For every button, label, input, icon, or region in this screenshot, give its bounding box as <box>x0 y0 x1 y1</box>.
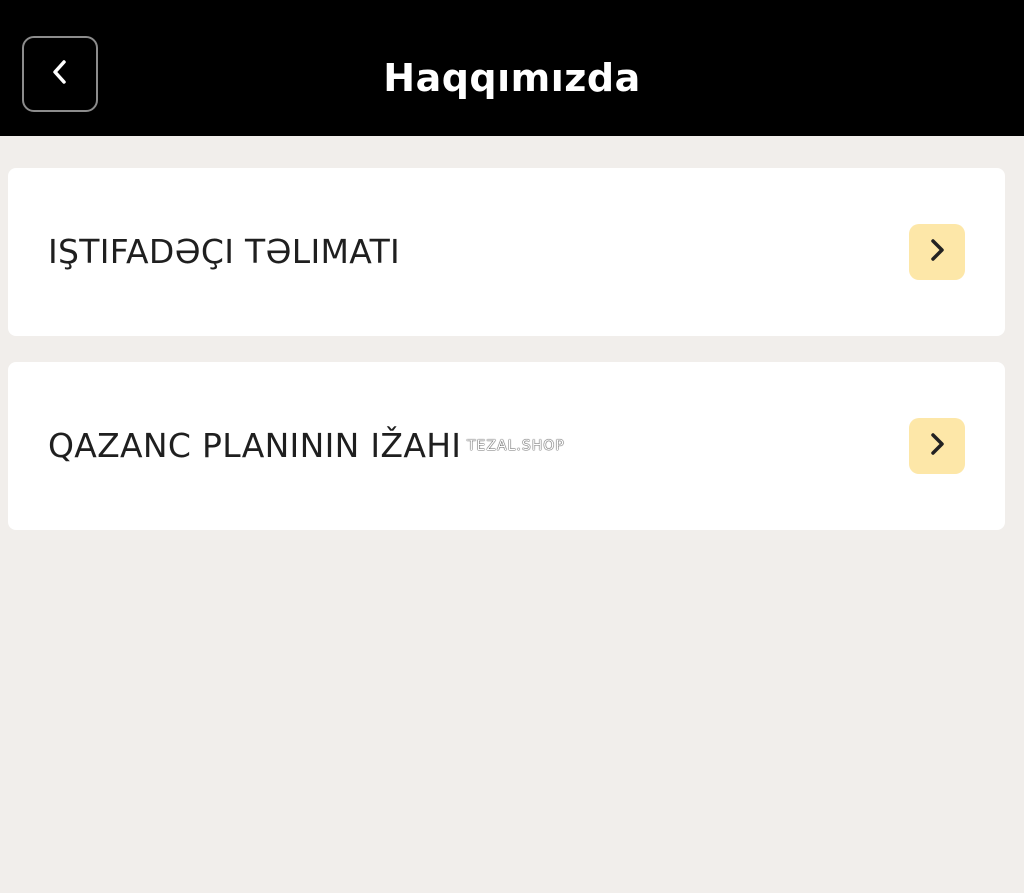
open-button[interactable] <box>909 224 965 280</box>
menu-item-label: QAZANC PLANININ IŽAHI <box>48 426 462 465</box>
header-bar: Haqqımızda <box>0 0 1024 136</box>
page-title: Haqqımızda <box>383 56 641 100</box>
chevron-right-icon <box>924 237 950 267</box>
back-button[interactable] <box>22 36 98 112</box>
chevron-left-icon <box>45 57 75 91</box>
menu-item-label: IŞTIFADƏÇI TƏLIMATI <box>48 232 401 271</box>
watermark-text: TEZAL.SHOP <box>467 438 565 454</box>
menu-item-earning-plan[interactable]: QAZANC PLANININ IŽAHI TEZAL.SHOP <box>8 362 1005 530</box>
open-button[interactable] <box>909 418 965 474</box>
chevron-right-icon <box>924 431 950 461</box>
menu-item-user-guide[interactable]: IŞTIFADƏÇI TƏLIMATI <box>8 168 1005 336</box>
